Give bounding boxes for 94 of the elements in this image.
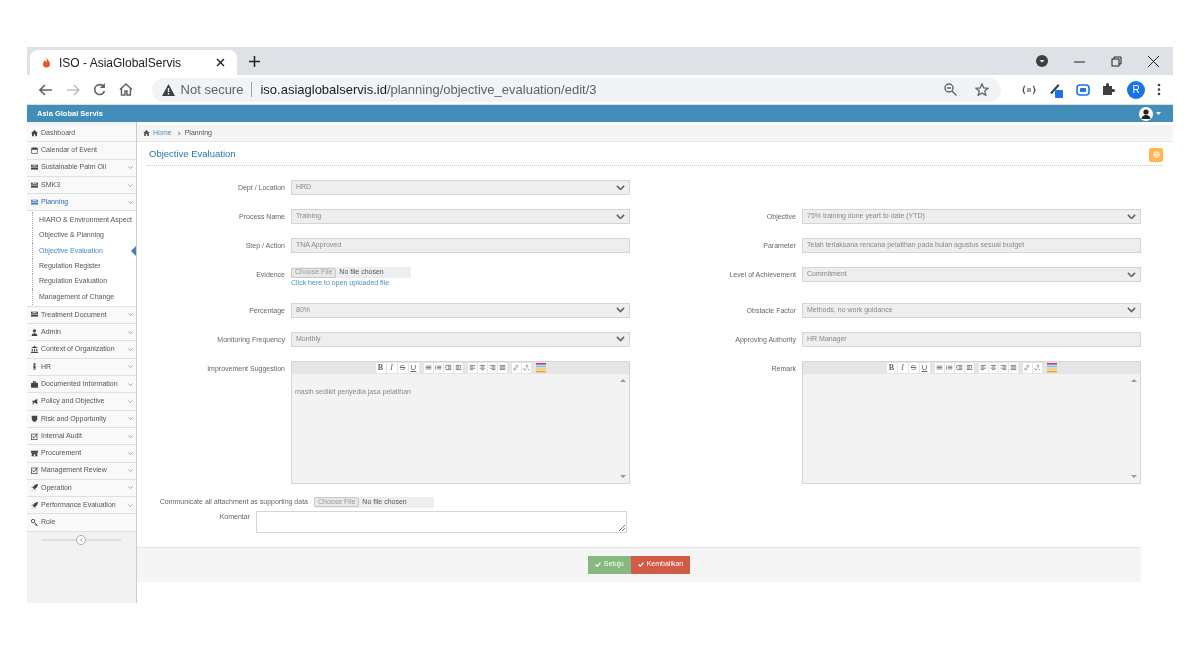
- extension-badge-icon[interactable]: [1076, 83, 1090, 96]
- unlink-icon: [522, 364, 530, 371]
- unlink-icon: [1033, 364, 1041, 371]
- calendar-icon: [31, 146, 38, 154]
- outdent-icon: [955, 364, 963, 371]
- dropdown-circle-icon[interactable]: [1036, 55, 1048, 67]
- list-icon: [31, 164, 38, 172]
- chevron-down-icon: [616, 213, 625, 220]
- chevron-down-icon: [128, 417, 133, 421]
- align-justify-icon: [498, 364, 506, 371]
- profile-avatar[interactable]: R: [1127, 80, 1145, 99]
- key-icon: [31, 519, 38, 527]
- tab-title: ISO - AsiaGlobalServis: [59, 54, 183, 72]
- forward-arrow-icon[interactable]: [65, 83, 80, 96]
- list-icon: [31, 198, 38, 206]
- chevron-down-icon: [1127, 307, 1136, 313]
- chevron-down-icon: [1127, 213, 1136, 220]
- bulleted-list-icon: [935, 364, 943, 371]
- star-icon[interactable]: [975, 83, 989, 96]
- chevron-down-icon: [128, 486, 133, 490]
- chevron-down-icon: [128, 382, 133, 386]
- chevron-down-icon: [128, 200, 133, 204]
- chevron-down-icon: [128, 451, 133, 455]
- shop-icon: [31, 449, 38, 457]
- home-icon[interactable]: [118, 83, 133, 96]
- rocket-icon: [31, 501, 38, 509]
- align-justify-icon: [1009, 364, 1017, 371]
- chevron-down-icon: [128, 183, 133, 187]
- caret-icon: [1156, 112, 1161, 115]
- align-right-icon: [488, 364, 496, 371]
- zoom-out-icon[interactable]: [944, 83, 957, 96]
- chevron-down-icon: [128, 434, 133, 438]
- link-icon: [512, 364, 520, 371]
- settings-icon: [1152, 151, 1160, 158]
- indent-icon: [454, 364, 462, 371]
- shield-icon: [31, 415, 38, 423]
- close-icon[interactable]: [216, 58, 225, 67]
- flame-icon: [42, 57, 51, 68]
- user-avatar-icon: [1139, 106, 1153, 121]
- align-left-icon: [979, 364, 987, 371]
- chevron-down-icon: [616, 184, 625, 191]
- menu-icon[interactable]: [1157, 83, 1161, 96]
- pen-icon[interactable]: [1048, 81, 1064, 98]
- checkmark-icon: [594, 562, 601, 567]
- home-icon: [143, 130, 150, 136]
- align-center-icon: [478, 364, 486, 371]
- checkbox-icon: [31, 467, 38, 475]
- numbered-list-icon: [945, 364, 953, 371]
- page-title: Objective Evaluation: [148, 147, 236, 162]
- chevron-down-icon: [1127, 271, 1136, 278]
- chevron-down-icon: [128, 348, 133, 352]
- checkmark-icon: [637, 562, 644, 567]
- back-arrow-icon[interactable]: [39, 83, 53, 96]
- braces-icon[interactable]: [1022, 84, 1036, 95]
- numbered-list-icon: [434, 364, 442, 371]
- new-tab-icon[interactable]: [249, 56, 260, 67]
- user-menu[interactable]: [1139, 106, 1161, 121]
- list-icon: [31, 311, 38, 319]
- rocket-icon: [31, 484, 38, 492]
- chevron-down-icon: [128, 330, 133, 334]
- warning-icon: [161, 83, 175, 96]
- chevron-down-icon: [128, 313, 133, 317]
- chevron-down-icon: [128, 399, 133, 403]
- chevron-down-icon: [616, 307, 625, 313]
- briefcase-icon: [31, 380, 38, 388]
- restore-icon[interactable]: [1111, 55, 1122, 67]
- align-left-icon: [468, 364, 476, 371]
- selection-pointer-icon: [131, 245, 136, 256]
- home-icon: [31, 129, 38, 137]
- link-icon: [1023, 364, 1031, 371]
- bulleted-list-icon: [424, 364, 432, 371]
- checkbox-icon: [31, 432, 38, 440]
- reload-icon[interactable]: [92, 83, 106, 96]
- security-label: Not secure: [180, 80, 244, 99]
- bank-icon: [31, 346, 38, 354]
- close-icon[interactable]: [1148, 55, 1159, 67]
- chevron-down-icon: [128, 166, 133, 170]
- list-icon: [31, 181, 38, 189]
- indent-icon: [965, 364, 973, 371]
- megaphone-icon: [31, 397, 38, 405]
- resize-handle-icon[interactable]: [619, 524, 625, 531]
- align-right-icon: [999, 364, 1007, 371]
- align-center-icon: [989, 364, 997, 371]
- user-icon: [31, 328, 38, 336]
- settings-button[interactable]: [1149, 147, 1163, 162]
- chevron-down-icon: [128, 365, 133, 369]
- url-text: iso.asiaglobalservis.id/planning/objective_evaluation/edit/3: [260, 80, 597, 99]
- browser-tab[interactable]: ISO - AsiaGlobalServis: [30, 50, 237, 75]
- outdent-icon: [444, 364, 452, 371]
- puzzle-icon[interactable]: [1102, 83, 1115, 96]
- chevron-down-icon: [128, 503, 133, 507]
- chevron-down-icon: [616, 336, 625, 342]
- address-bar[interactable]: Not secure iso.asiaglobalservis.id/planning/objective_evaluation/edit/3: [151, 77, 1001, 102]
- chevron-down-icon: [128, 469, 133, 473]
